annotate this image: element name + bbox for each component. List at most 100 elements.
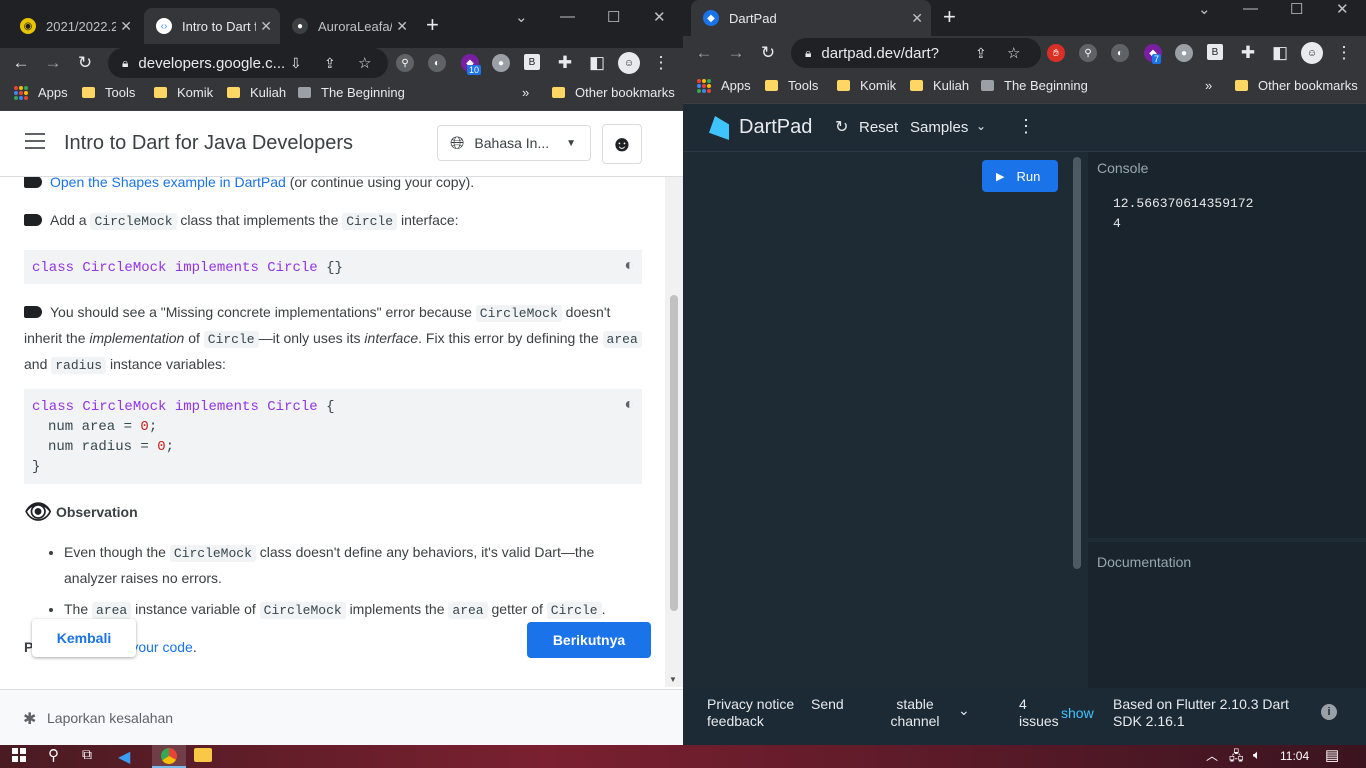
chevron-down-icon[interactable]: ⌄ <box>958 702 970 719</box>
menu-kebab-icon[interactable]: ⋮ <box>650 52 672 74</box>
share-icon[interactable]: ⇪ <box>975 45 987 62</box>
bookmark-apps[interactable]: Apps <box>14 85 68 100</box>
chevron-down-icon[interactable]: ⌄ <box>976 119 986 133</box>
star-icon[interactable]: ☆ <box>358 54 371 72</box>
menu-kebab-icon[interactable]: ⋮ <box>1333 42 1355 64</box>
extension-icon[interactable]: ◐ <box>1111 44 1129 62</box>
extension-icon[interactable]: B <box>1207 44 1223 60</box>
user-avatar[interactable]: ☻ <box>602 124 642 164</box>
bookmarks-overflow[interactable]: » <box>1205 78 1212 93</box>
send-feedback-link[interactable]: Send <box>811 696 844 712</box>
tab-search-icon[interactable]: ⌄ <box>515 8 528 26</box>
search-icon[interactable]: ⚲ <box>48 746 59 764</box>
bookmark-the-beginning[interactable]: The Beginning <box>981 78 1088 93</box>
privacy-notice-link[interactable]: Privacy notice <box>707 696 794 712</box>
minimize-icon[interactable]: — <box>560 8 575 25</box>
feedback-link-text[interactable]: feedback <box>707 713 764 729</box>
file-explorer-icon[interactable] <box>194 748 212 762</box>
bookmark-tools[interactable]: Tools <box>765 78 818 93</box>
network-icon[interactable]: 🖧︎ <box>1229 747 1244 768</box>
close-icon[interactable]: ✕ <box>120 18 132 35</box>
back-icon[interactable]: ← <box>10 52 32 74</box>
theme-toggle-icon[interactable]: ◐ <box>624 256 634 276</box>
page-scrollbar[interactable]: ▼ <box>665 177 683 687</box>
puzzle-icon[interactable]: ✚ <box>554 52 576 74</box>
bookmarks-overflow[interactable]: » <box>522 85 529 100</box>
extension-icon[interactable]: ⚲ <box>1079 44 1097 62</box>
tab-2[interactable]: ‹› Intro to Dart f ✕ <box>144 8 280 44</box>
maximize-icon[interactable]: ☐ <box>1290 0 1303 18</box>
bookmark-komik[interactable]: Komik <box>837 78 896 93</box>
code-editor[interactable] <box>683 152 1083 688</box>
editor-scrollbar-thumb[interactable] <box>1073 157 1081 569</box>
profile-avatar[interactable]: ☺ <box>1301 42 1323 64</box>
close-icon[interactable]: ✕ <box>396 18 408 35</box>
reload-icon[interactable]: ↻ <box>757 42 779 64</box>
bookmark-komik[interactable]: Komik <box>154 85 213 100</box>
new-tab-icon[interactable]: + <box>426 12 439 38</box>
task-view-icon[interactable]: ⧉ <box>82 746 92 763</box>
puzzle-icon[interactable]: ✚ <box>1237 42 1259 64</box>
samples-menu[interactable]: Samples <box>910 119 968 136</box>
language-selector[interactable]: 🌐︎ Bahasa In... ▼ <box>437 125 591 161</box>
chrome-taskbar-button[interactable] <box>152 745 186 768</box>
new-tab-icon[interactable]: + <box>943 4 956 30</box>
next-button[interactable]: Berikutnya <box>527 622 651 658</box>
back-button[interactable]: Kembali <box>32 619 136 657</box>
star-icon[interactable]: ☆ <box>1007 44 1020 62</box>
scrollbar-thumb[interactable] <box>670 295 678 611</box>
forward-icon[interactable]: → <box>42 52 64 74</box>
close-icon[interactable]: ✕ <box>260 18 272 35</box>
close-window-icon[interactable]: ✕ <box>1336 0 1349 18</box>
address-bar[interactable]: 🔒︎ dartpad.dev/dart? ⇪ ☆ <box>791 38 1041 68</box>
extension-icon[interactable]: ✋︎ <box>1047 44 1065 62</box>
scroll-down-icon[interactable]: ▼ <box>669 675 677 684</box>
reload-icon[interactable]: ↻ <box>74 52 96 74</box>
bookmark-the-beginning[interactable]: The Beginning <box>298 85 405 100</box>
clock[interactable]: 11:04 <box>1280 749 1309 763</box>
sidebar-icon[interactable]: ◧ <box>586 52 608 74</box>
channel-selector[interactable]: stable channel <box>883 696 947 728</box>
vscode-icon[interactable]: ◀ <box>118 747 130 767</box>
reset-icon[interactable]: ↻ <box>835 117 848 137</box>
bookmark-apps[interactable]: Apps <box>697 78 751 93</box>
open-shapes-link[interactable]: Open the Shapes example in DartPad <box>50 177 286 190</box>
bookmark-tools[interactable]: Tools <box>82 85 135 100</box>
notifications-icon[interactable]: ▤ <box>1325 746 1339 764</box>
report-issue-link[interactable]: Laporkan kesalahan <box>47 710 173 726</box>
minimize-icon[interactable]: — <box>1243 0 1258 17</box>
chevron-up-icon[interactable]: ︿ <box>1206 747 1218 764</box>
maximize-icon[interactable]: ☐ <box>607 8 620 26</box>
share-icon[interactable]: ⇪ <box>324 55 336 72</box>
extension-icon[interactable]: B <box>524 54 540 70</box>
other-bookmarks[interactable]: Other bookmarks <box>1235 78 1358 93</box>
run-button[interactable]: ▶ Run <box>982 160 1058 192</box>
profile-avatar[interactable]: ☺ <box>618 52 640 74</box>
extension-icon[interactable]: ◐ <box>428 54 446 72</box>
bookmark-kuliah[interactable]: Kuliah <box>910 78 969 93</box>
info-icon[interactable]: i <box>1321 704 1337 720</box>
extension-icon[interactable]: ● <box>492 54 510 72</box>
reset-button[interactable]: Reset <box>859 119 898 136</box>
close-icon[interactable]: ✕ <box>911 10 923 27</box>
install-icon[interactable]: ⇩ <box>290 55 302 72</box>
windows-start-icon[interactable] <box>12 748 26 762</box>
sidebar-icon[interactable]: ◧ <box>1269 42 1291 64</box>
tab-1[interactable]: ◉ 2021/2022.2 / ✕ <box>8 8 140 44</box>
other-bookmarks[interactable]: Other bookmarks <box>552 85 675 100</box>
show-issues-button[interactable]: show <box>1061 705 1094 721</box>
back-icon[interactable]: ← <box>693 42 715 64</box>
bookmark-kuliah[interactable]: Kuliah <box>227 85 286 100</box>
more-options-icon[interactable]: ⋮ <box>1017 116 1035 137</box>
tab-search-icon[interactable]: ⌄ <box>1198 0 1211 18</box>
theme-toggle-icon[interactable]: ◐ <box>624 395 634 415</box>
tab-3[interactable]: ● AuroraLeafa/ ✕ <box>280 8 416 44</box>
hamburger-menu-icon[interactable] <box>25 133 45 149</box>
tab-dartpad[interactable]: ◆ DartPad ✕ <box>691 0 931 36</box>
forward-icon[interactable]: → <box>725 42 747 64</box>
extension-icon[interactable]: ● <box>1175 44 1193 62</box>
extension-icon[interactable]: ⚲ <box>396 54 414 72</box>
address-bar[interactable]: 🔒︎ developers.google.c... ⇩ ⇪ ☆ <box>108 48 388 78</box>
close-window-icon[interactable]: ✕ <box>653 8 666 26</box>
volume-icon[interactable]: 🔈︎ <box>1253 747 1261 763</box>
